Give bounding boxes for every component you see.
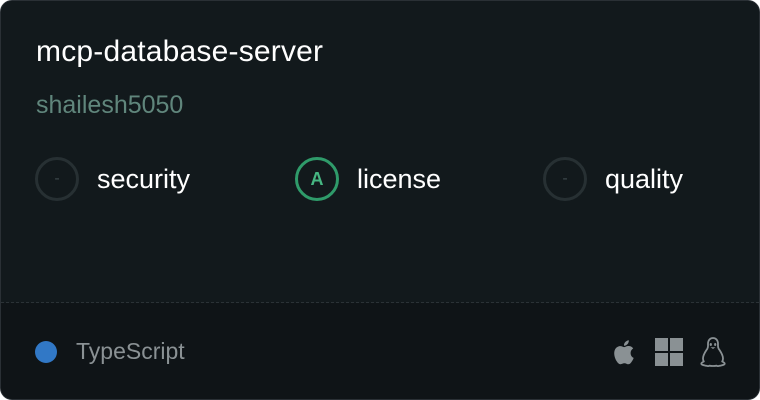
- apple-icon: [614, 340, 634, 365]
- server-card[interactable]: mcp-database-server shailesh5050 - secur…: [0, 0, 760, 400]
- security-label: security: [97, 163, 191, 194]
- language-label: TypeScript: [76, 338, 185, 364]
- quality-label: quality: [605, 163, 684, 194]
- quality-grade-badge: -: [543, 157, 587, 201]
- license-grade-badge: A: [295, 157, 339, 201]
- windows-icon: [655, 338, 683, 366]
- license-score: A license: [295, 155, 441, 203]
- security-score: - security: [35, 155, 190, 203]
- server-owner[interactable]: shailesh5050: [36, 91, 183, 120]
- language-color-dot: [35, 341, 57, 363]
- linux-icon: [700, 337, 726, 367]
- quality-score: - quality: [543, 155, 683, 203]
- security-grade-badge: -: [35, 157, 79, 201]
- license-label: license: [357, 163, 442, 194]
- server-title[interactable]: mcp-database-server: [36, 35, 323, 69]
